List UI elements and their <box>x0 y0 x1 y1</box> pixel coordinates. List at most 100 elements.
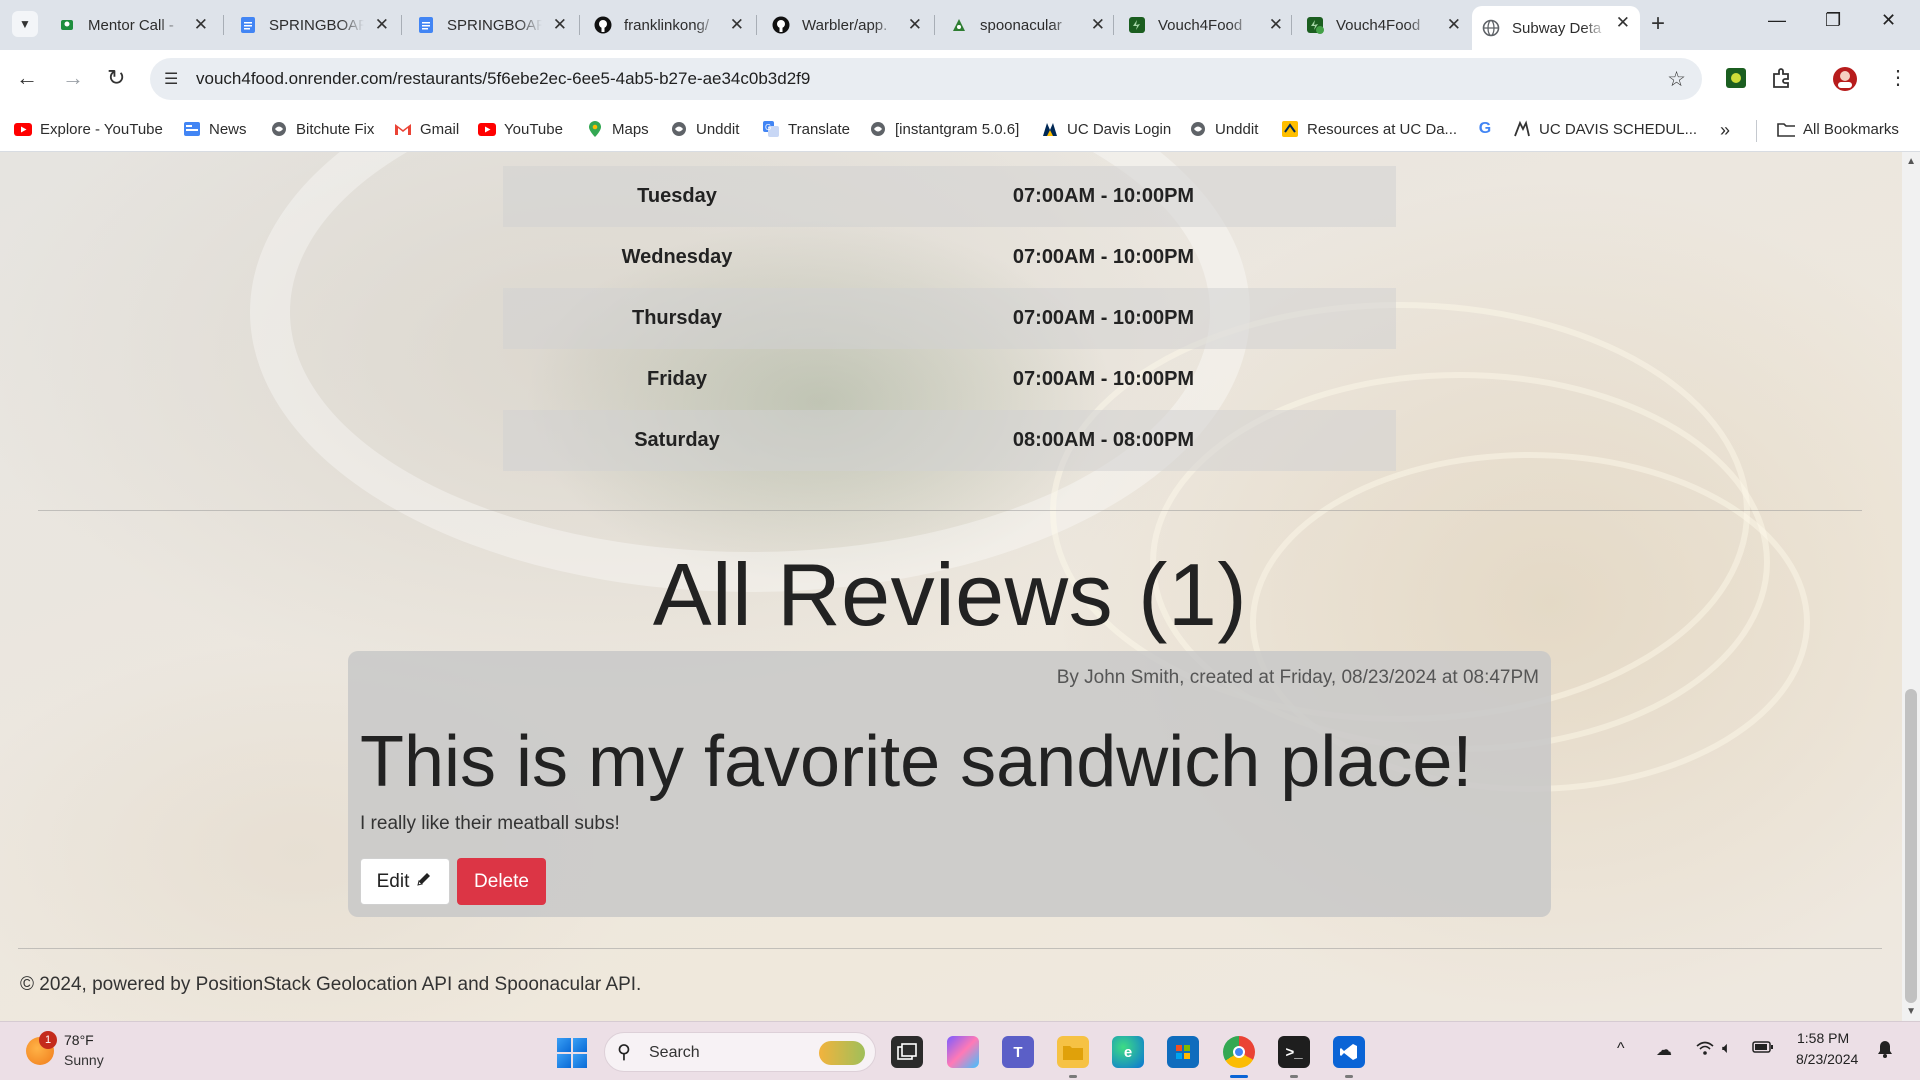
table-row: Friday 07:00AM - 10:00PM <box>503 349 1396 410</box>
reload-icon[interactable]: ↻ <box>107 67 125 89</box>
tab-springboard-1[interactable]: SPRINGBOARD ✕ <box>229 8 399 42</box>
tab-spoonacular[interactable]: spoonacular ✕ <box>940 8 1115 42</box>
file-explorer-icon[interactable] <box>1057 1036 1089 1068</box>
bookmark-uc-davis-schedule[interactable]: UC DAVIS SCHEDUL... <box>1513 120 1697 138</box>
bookmark-resources-uc-davis[interactable]: Resources at UC Da... <box>1281 120 1457 138</box>
forward-arrow-icon[interactable]: → <box>62 67 84 89</box>
close-icon[interactable]: ✕ <box>553 15 567 35</box>
bookmark-label: Translate <box>788 120 850 138</box>
weather-badge: 1 <box>39 1031 57 1049</box>
windows-taskbar: 1 78°F Sunny ⚲ Search T e >_ ^ ☁ 🔈︎ 1:58… <box>0 1021 1920 1080</box>
clock-date[interactable]: 8/23/2024 <box>1796 1051 1858 1067</box>
review-title: This is my favorite sandwich place! <box>360 722 1473 802</box>
close-icon[interactable]: ✕ <box>908 15 922 35</box>
close-icon[interactable]: ✕ <box>730 15 744 35</box>
url-text[interactable]: vouch4food.onrender.com/restaurants/5f6e… <box>196 69 810 89</box>
bookmark-google[interactable]: G <box>1476 120 1502 138</box>
scroll-up-arrow-icon[interactable]: ▲ <box>1906 156 1916 167</box>
bookmark-uc-davis-login[interactable]: UC Davis Login <box>1041 120 1171 138</box>
bookmark-label: Gmail <box>420 120 460 138</box>
tab-springboard-2[interactable]: SPRINGBOARD ✕ <box>407 8 577 42</box>
teams-icon[interactable]: T <box>1002 1036 1034 1068</box>
address-bar[interactable]: ☰ vouch4food.onrender.com/restaurants/5f… <box>150 58 1702 100</box>
bookmark-youtube[interactable]: YouTube <box>478 120 563 138</box>
hours-time: 07:00AM - 10:00PM <box>1012 307 1195 329</box>
battery-icon[interactable] <box>1752 1040 1774 1059</box>
notification-bell-icon[interactable] <box>1877 1040 1893 1063</box>
wifi-icon[interactable] <box>1695 1040 1715 1061</box>
profile-avatar-icon[interactable] <box>1832 66 1857 91</box>
task-view-icon[interactable] <box>891 1036 923 1068</box>
bookmark-label: Unddit <box>696 120 740 138</box>
page-scrollbar[interactable]: ▲ ▼ <box>1902 152 1920 1021</box>
tab-strip: ▼ Mentor Call - ✕ SPRINGBOARD ✕ SPRINGBO… <box>0 0 1920 50</box>
close-icon[interactable]: ✕ <box>1269 15 1283 35</box>
bookmark-bitchute-fix[interactable]: Bitchute Fix <box>270 120 374 138</box>
tab-mentor-call[interactable]: Mentor Call - ✕ <box>48 8 218 42</box>
tab-label: Vouch4Food <box>1158 16 1243 34</box>
bookmark-gmail[interactable]: Gmail <box>394 120 459 138</box>
bookmark-label: Resources at UC Da... <box>1307 120 1458 138</box>
edge-icon[interactable]: e <box>1112 1036 1144 1068</box>
reviews-heading: All Reviews (1) <box>652 545 1248 644</box>
window-close-icon[interactable]: ✕ <box>1881 10 1896 31</box>
copilot-icon[interactable] <box>947 1036 979 1068</box>
minimize-icon[interactable]: — <box>1768 10 1786 31</box>
site-settings-icon[interactable]: ☰ <box>164 69 178 89</box>
close-icon[interactable]: ✕ <box>1616 13 1630 33</box>
news-icon <box>183 120 201 138</box>
new-tab-plus-icon[interactable]: + <box>1651 12 1665 36</box>
extensions-puzzle-icon[interactable] <box>1770 66 1794 90</box>
close-icon[interactable]: ✕ <box>1091 15 1105 35</box>
store-icon[interactable] <box>1167 1036 1199 1068</box>
scroll-down-arrow-icon[interactable]: ▼ <box>1906 1006 1916 1017</box>
onedrive-cloud-icon[interactable]: ☁ <box>1656 1040 1672 1060</box>
close-icon[interactable]: ✕ <box>1447 15 1461 35</box>
bookmark-news[interactable]: News <box>183 120 247 138</box>
tab-vouch4food-2[interactable]: Vouch4Food ✕ <box>1296 8 1471 42</box>
bookmark-translate[interactable]: G Translate <box>762 120 850 138</box>
bookmark-label: All Bookmarks <box>1803 120 1899 138</box>
taskbar-search[interactable]: ⚲ Search <box>604 1032 876 1072</box>
bookmark-label: Maps <box>612 120 649 138</box>
bookmark-star-icon[interactable]: ☆ <box>1667 67 1686 92</box>
hours-day: Saturday <box>634 429 720 451</box>
back-arrow-icon[interactable]: ← <box>16 67 38 89</box>
more-bookmarks-chevron-icon[interactable]: » <box>1720 120 1730 141</box>
bookmark-unddit-2[interactable]: Unddit <box>1189 120 1258 138</box>
bookmark-explore-youtube[interactable]: Explore - YouTube <box>14 120 163 138</box>
tab-vouch4food-1[interactable]: Vouch4Food ✕ <box>1118 8 1293 42</box>
docs-icon <box>239 16 257 34</box>
tab-label: SPRINGBOARD <box>447 16 542 34</box>
delete-review-button[interactable]: Delete <box>457 858 546 905</box>
show-hidden-chevron-icon[interactable]: ^ <box>1617 1040 1625 1058</box>
bookmark-unddit[interactable]: Unddit <box>670 120 739 138</box>
tab-github-franklinkong[interactable]: franklinkong/ ✕ <box>584 8 754 42</box>
volume-icon[interactable]: 🔈︎ <box>1722 1040 1732 1058</box>
ucdavis-schedule-icon <box>1513 120 1531 138</box>
close-icon[interactable]: ✕ <box>194 15 208 35</box>
menu-kebab-icon[interactable]: ⋮ <box>1888 67 1908 89</box>
bookmark-maps[interactable]: Maps <box>586 120 649 138</box>
opening-hours-table: Tuesday 07:00AM - 10:00PM Wednesday 07:0… <box>503 166 1396 471</box>
clock-time[interactable]: 1:58 PM <box>1797 1030 1849 1046</box>
vscode-icon[interactable] <box>1333 1036 1365 1068</box>
extension-green-icon[interactable] <box>1724 66 1748 90</box>
close-icon[interactable]: ✕ <box>375 15 389 35</box>
terminal-icon[interactable]: >_ <box>1278 1036 1310 1068</box>
chrome-icon[interactable] <box>1223 1036 1255 1068</box>
all-bookmarks-folder[interactable]: All Bookmarks <box>1777 120 1899 138</box>
tab-search-chevron-icon[interactable]: ▼ <box>12 11 38 37</box>
hours-day: Tuesday <box>637 185 717 207</box>
windows-start-icon[interactable] <box>557 1038 587 1068</box>
edit-review-button[interactable]: Edit <box>360 858 450 905</box>
bookmark-instantgram[interactable]: [instantgram 5.0.6] <box>869 120 1019 138</box>
restore-icon[interactable]: ❐ <box>1825 10 1841 31</box>
tab-github-warbler[interactable]: Warbler/app. ✕ <box>762 8 932 42</box>
weather-condition[interactable]: Sunny <box>64 1052 104 1068</box>
scroll-thumb[interactable] <box>1905 689 1917 1003</box>
weather-temperature[interactable]: 78°F <box>64 1032 94 1048</box>
hours-time: 07:00AM - 10:00PM <box>1012 185 1195 207</box>
table-row: Tuesday 07:00AM - 10:00PM <box>503 166 1396 227</box>
tab-subway-details[interactable]: Subway Deta ✕ <box>1472 6 1640 50</box>
